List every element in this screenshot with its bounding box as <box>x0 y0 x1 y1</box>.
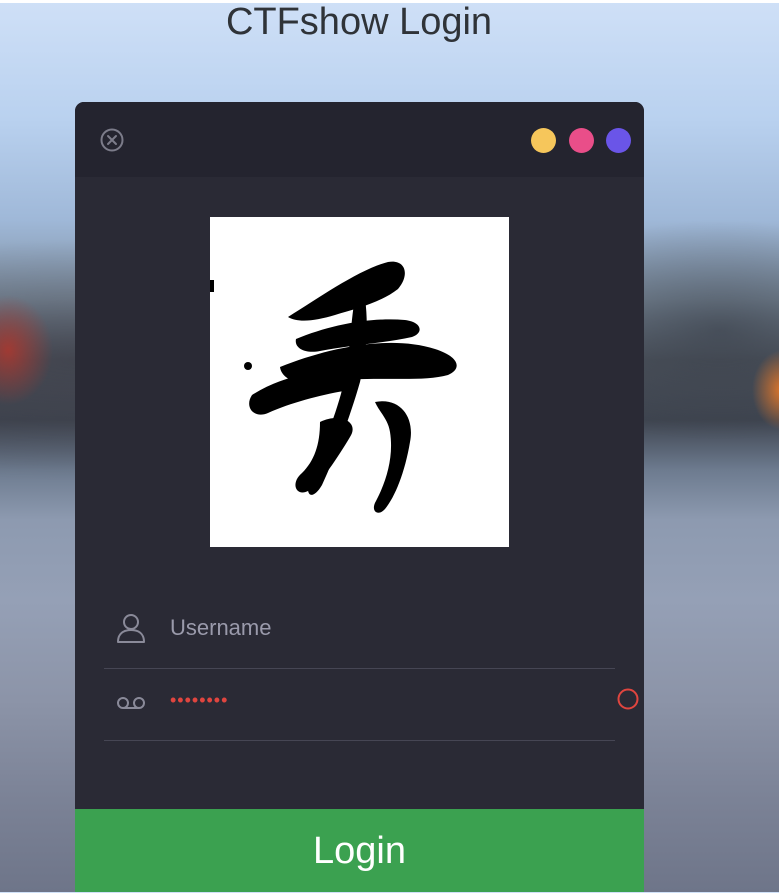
purple-dot[interactable] <box>606 128 631 153</box>
username-input[interactable] <box>170 610 590 646</box>
password-input[interactable] <box>170 682 590 718</box>
voicemail-icon <box>117 697 145 709</box>
user-icon <box>117 614 145 643</box>
page-title: CTFshow Login <box>225 1 493 43</box>
warning-circle-icon <box>617 688 639 710</box>
login-button[interactable]: Login <box>75 809 644 892</box>
panel-header <box>75 102 644 177</box>
close-icon[interactable] <box>100 128 124 152</box>
yellow-dot[interactable] <box>531 128 556 153</box>
password-field <box>104 668 639 741</box>
captcha-image[interactable] <box>210 217 509 547</box>
username-field <box>104 596 615 669</box>
calligraphy-captcha-image-icon <box>210 261 457 513</box>
pink-dot[interactable] <box>569 128 594 153</box>
login-panel: Login <box>75 102 644 892</box>
